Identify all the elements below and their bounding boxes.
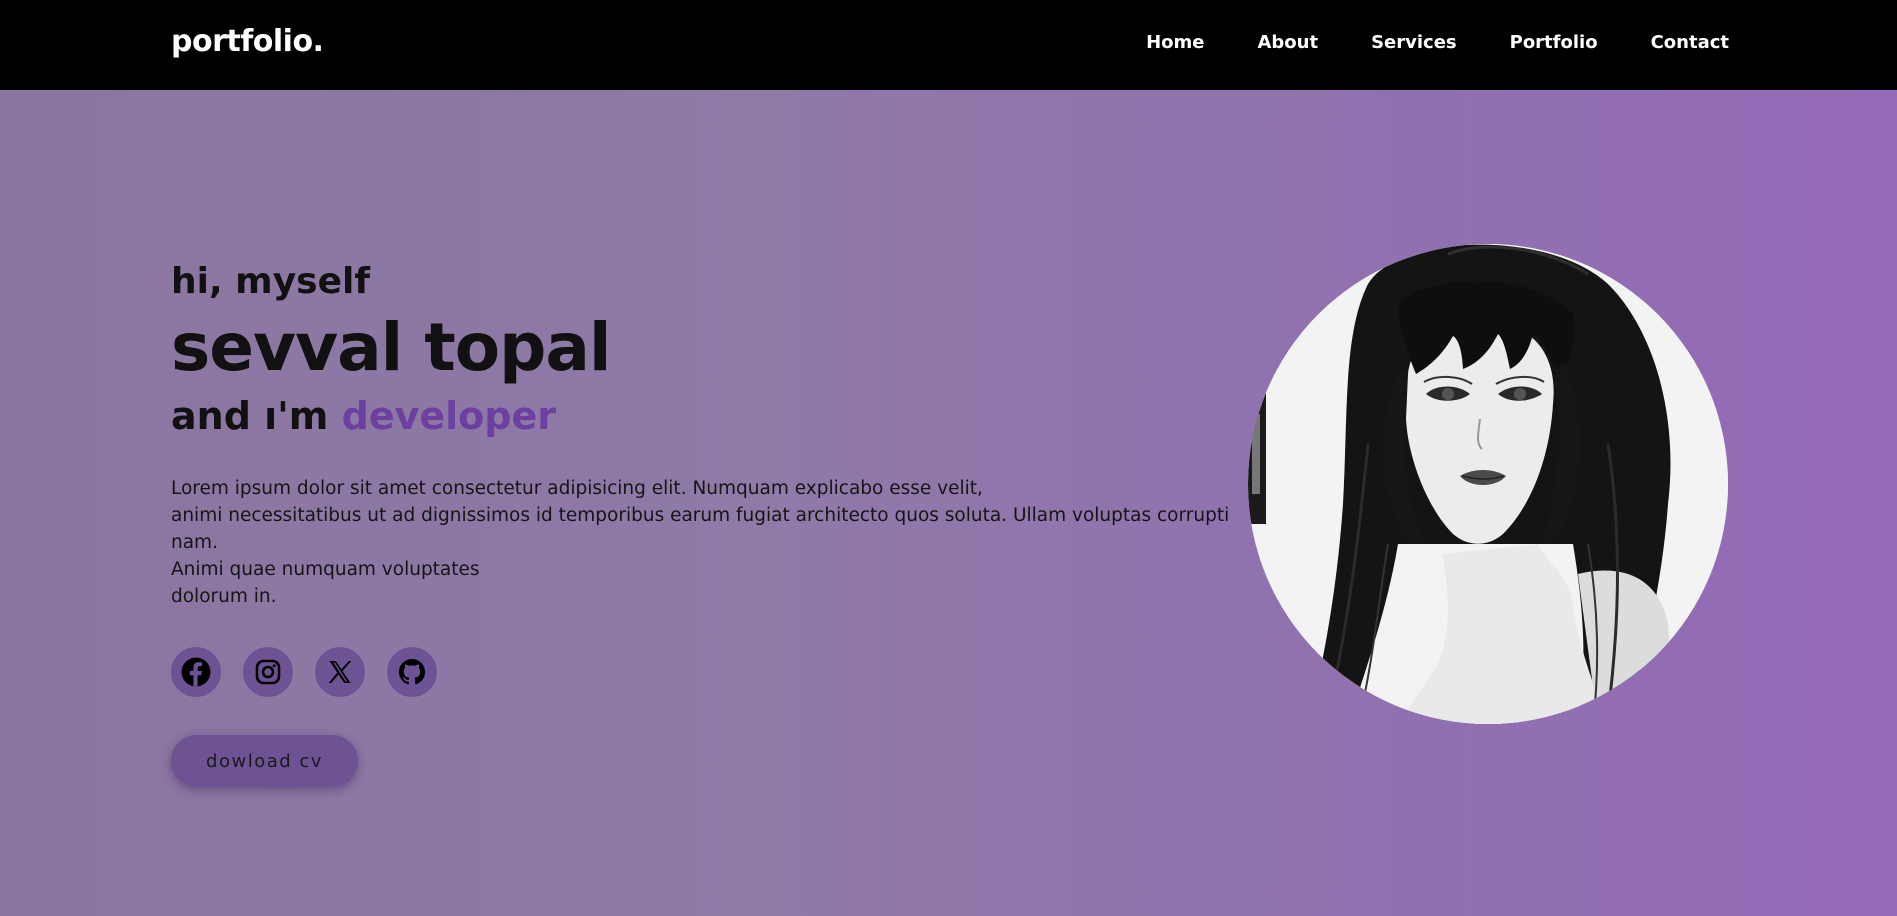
navbar: portfolio. Home About Services Portfolio… <box>0 0 1897 90</box>
github-icon <box>399 659 425 685</box>
download-cv-button[interactable]: dowload cv <box>171 735 358 787</box>
hero-role-prefix: and ı'm <box>171 394 329 438</box>
hero-section: hi, myself sevval topal and ı'm develope… <box>171 257 1251 787</box>
hero-greeting: hi, myself <box>171 261 371 302</box>
hero-bio: Lorem ipsum dolor sit amet consectetur a… <box>171 475 1251 610</box>
social-links <box>171 647 1251 697</box>
instagram-link[interactable] <box>243 647 293 697</box>
hero-name: sevval topal <box>171 309 612 386</box>
nav-link-portfolio[interactable]: Portfolio <box>1510 32 1598 53</box>
bio-line: dolorum in. <box>171 586 277 607</box>
nav-link-contact[interactable]: Contact <box>1651 32 1729 53</box>
nav-link-home[interactable]: Home <box>1146 32 1204 53</box>
bio-line: animi necessitatibus ut ad dignissimos i… <box>171 505 1230 553</box>
instagram-icon <box>255 659 281 685</box>
nav-link-about[interactable]: About <box>1257 32 1318 53</box>
nav-link-services[interactable]: Services <box>1371 32 1457 53</box>
x-link[interactable] <box>315 647 365 697</box>
x-icon <box>328 661 352 683</box>
bio-line: Lorem ipsum dolor sit amet consectetur a… <box>171 478 983 499</box>
facebook-icon <box>181 657 211 687</box>
hero-role-accent: developer <box>341 394 556 438</box>
nav-links: Home About Services Portfolio Contact <box>1093 32 1729 53</box>
portrait-illustration <box>1248 244 1728 724</box>
github-link[interactable] <box>387 647 437 697</box>
facebook-link[interactable] <box>171 647 221 697</box>
profile-portrait <box>1248 244 1728 724</box>
bio-line: Animi quae numquam voluptates <box>171 559 480 580</box>
hero-role: and ı'm developer <box>171 391 1251 441</box>
site-logo[interactable]: portfolio. <box>171 24 324 59</box>
